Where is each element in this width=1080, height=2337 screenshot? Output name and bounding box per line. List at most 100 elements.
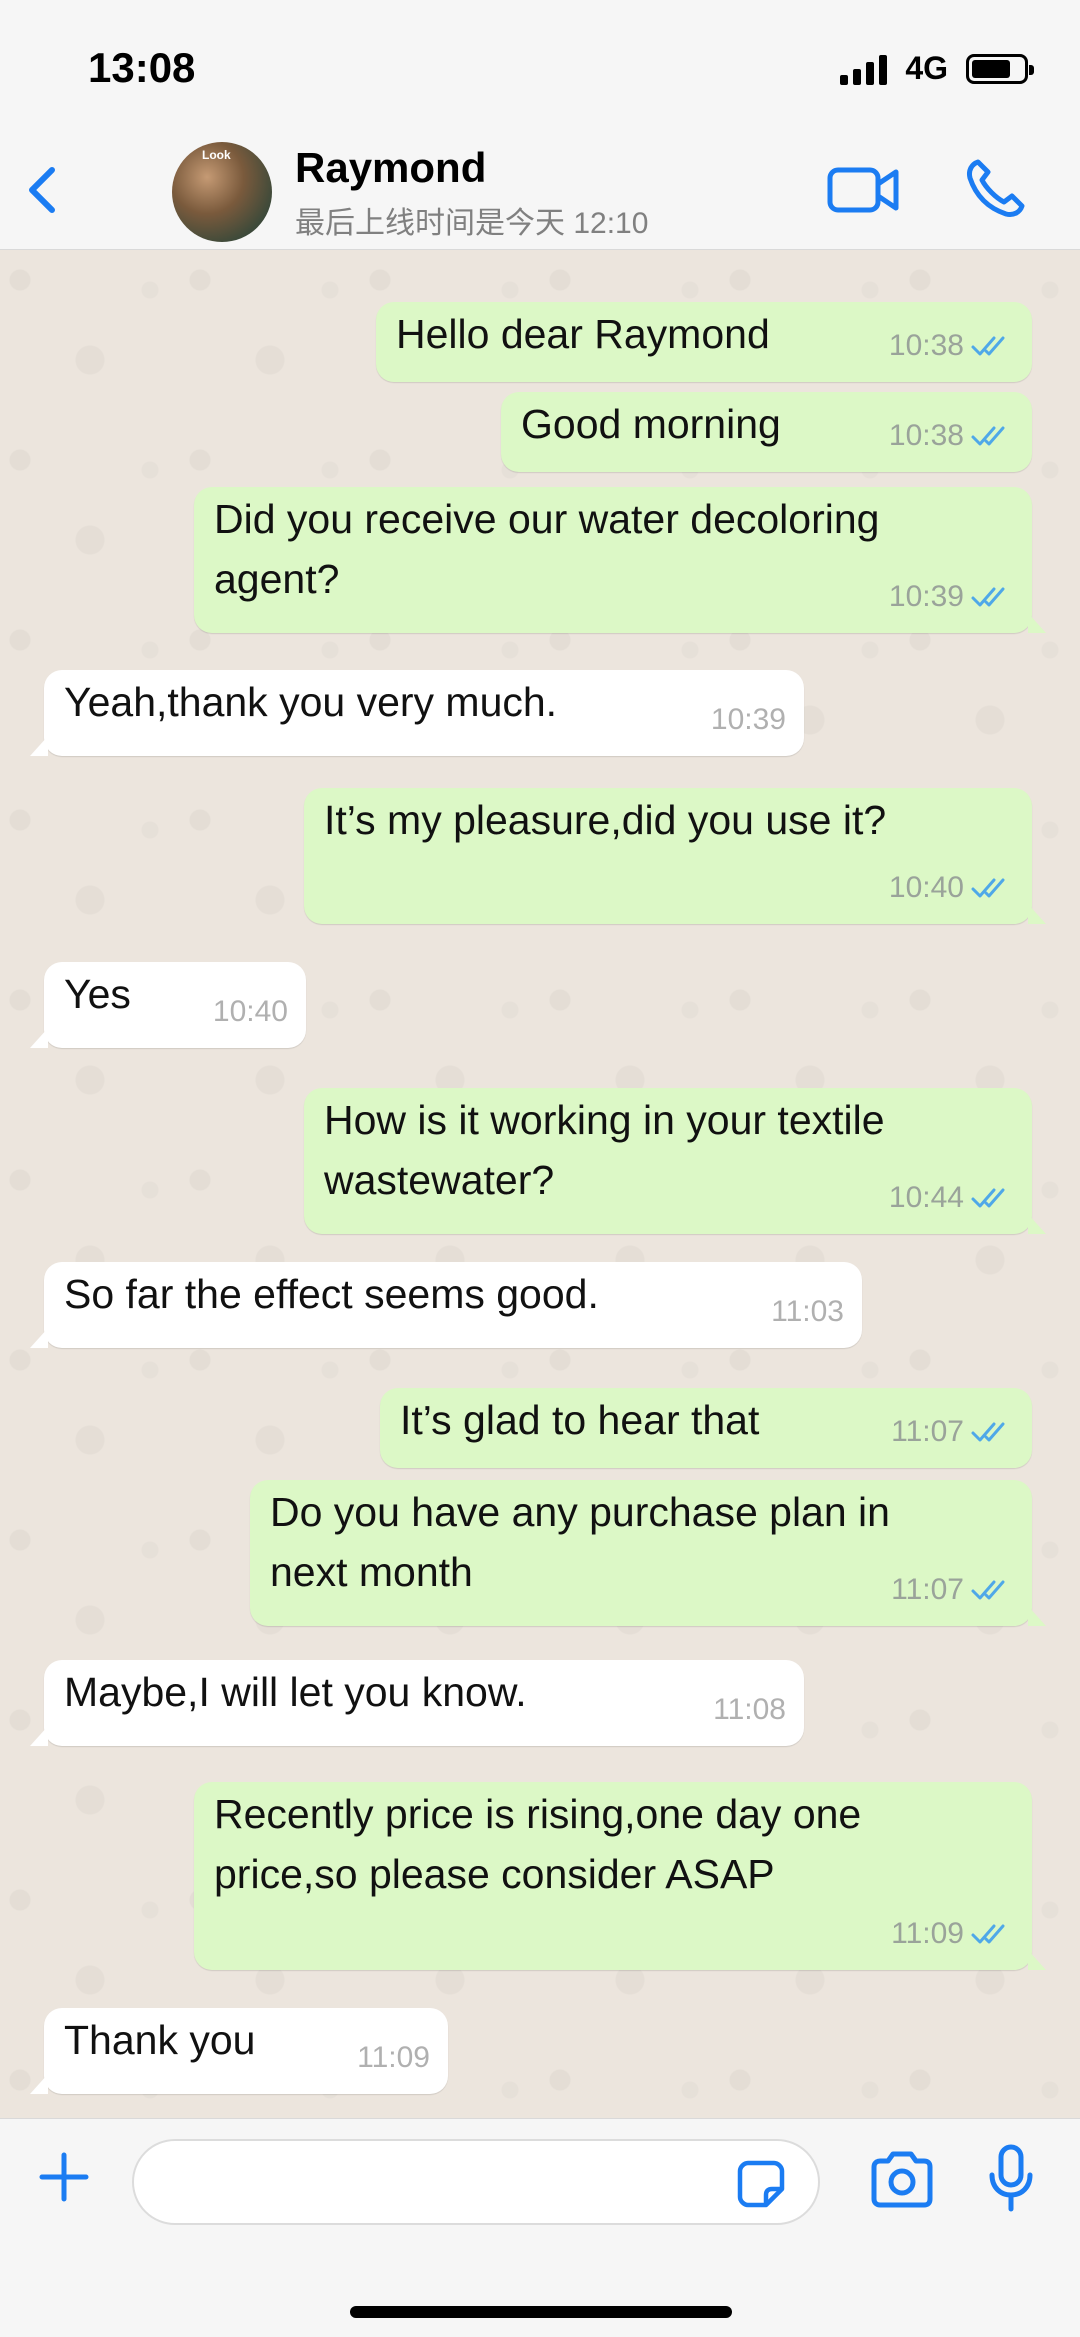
message-meta: 11:09 bbox=[357, 2028, 430, 2088]
message-meta: 10:44 bbox=[889, 1168, 1014, 1228]
contact-avatar[interactable]: Look bbox=[172, 142, 272, 242]
outgoing-message[interactable]: Hello dear Raymond 10:38 bbox=[376, 302, 1032, 382]
avatar-tag: Look bbox=[202, 148, 231, 162]
chat-messages[interactable]: Hello dear Raymond 10:38 Good morning 10:38… bbox=[0, 250, 1080, 2118]
message-meta: 10:39 bbox=[711, 690, 786, 750]
message-meta: 10:40 bbox=[889, 858, 1014, 918]
message-text: Maybe,I will let you know. bbox=[64, 1669, 527, 1715]
message-time: 11:08 bbox=[713, 1693, 786, 1726]
message-time: 10:40 bbox=[888, 871, 964, 904]
chat-header: Look Raymond 最后上线时间是今天 12:10 bbox=[0, 130, 1080, 250]
double-check-icon bbox=[971, 587, 1005, 607]
message-time: 11:07 bbox=[891, 1415, 964, 1448]
message-line: Did you receive our water decoloring bbox=[214, 496, 880, 542]
message-meta: 10:40 bbox=[213, 982, 288, 1042]
message-meta: 10:38 bbox=[889, 406, 1014, 466]
cellular-signal-icon bbox=[840, 53, 888, 85]
message-time: 10:39 bbox=[888, 580, 964, 613]
double-check-icon bbox=[971, 1580, 1005, 1600]
message-line: Recently price is rising,one day one bbox=[214, 1791, 862, 1837]
message-text: It’s my pleasure,did you use it? bbox=[324, 797, 887, 843]
double-check-icon bbox=[971, 1188, 1005, 1208]
video-camera-icon bbox=[827, 167, 899, 213]
message-meta: 11:07 bbox=[891, 1402, 1014, 1462]
chevron-left-icon bbox=[29, 167, 55, 213]
outgoing-message[interactable]: Recently price is rising,one day one pric… bbox=[194, 1782, 1046, 1970]
bubble-tail bbox=[30, 1726, 48, 1746]
message-text: How is it working in your textile wastewa… bbox=[324, 1090, 885, 1210]
message-text: Yes bbox=[64, 971, 131, 1017]
message-meta: 11:07 bbox=[891, 1560, 1014, 1620]
microphone-button[interactable] bbox=[986, 2143, 1036, 2215]
bubble-tail bbox=[30, 2074, 48, 2094]
incoming-message[interactable]: Yes 10:40 bbox=[30, 962, 306, 1048]
plus-icon bbox=[39, 2152, 89, 2202]
contact-name[interactable]: Raymond bbox=[295, 144, 486, 192]
message-line: How is it working in your textile bbox=[324, 1097, 885, 1143]
message-time: 11:03 bbox=[771, 1295, 844, 1328]
double-check-icon bbox=[971, 426, 1005, 446]
message-text: It’s glad to hear that bbox=[400, 1397, 760, 1443]
camera-button[interactable] bbox=[868, 2149, 936, 2211]
outgoing-message[interactable]: Good morning 10:38 bbox=[501, 392, 1032, 472]
camera-icon bbox=[871, 2151, 933, 2208]
attach-button[interactable] bbox=[34, 2147, 94, 2207]
message-time: 10:40 bbox=[212, 995, 288, 1028]
bubble-tail bbox=[1028, 1950, 1046, 1970]
status-bar: 13:08 4G bbox=[0, 0, 1080, 130]
message-time: 10:44 bbox=[888, 1181, 964, 1214]
message-line: agent? bbox=[214, 556, 340, 602]
outgoing-message[interactable]: It’s my pleasure,did you use it? 10:40 bbox=[304, 788, 1046, 924]
double-check-icon bbox=[971, 878, 1005, 898]
microphone-icon bbox=[989, 2144, 1033, 2212]
double-check-icon bbox=[971, 1924, 1005, 1944]
incoming-message[interactable]: Yeah,thank you very much. 10:39 bbox=[30, 670, 804, 756]
bubble-tail bbox=[1028, 904, 1046, 924]
message-text: So far the effect seems good. bbox=[64, 1271, 599, 1317]
sticker-button[interactable] bbox=[736, 2159, 786, 2209]
home-indicator bbox=[350, 2306, 732, 2318]
message-text: Do you have any purchase plan in next mon… bbox=[270, 1482, 890, 1602]
message-time: 10:38 bbox=[888, 419, 964, 452]
message-meta: 11:09 bbox=[891, 1904, 1014, 1964]
back-button[interactable] bbox=[18, 158, 68, 222]
last-seen-status: 最后上线时间是今天 12:10 bbox=[295, 207, 649, 240]
status-indicators: 4G bbox=[840, 50, 1034, 87]
message-time: 11:09 bbox=[891, 1917, 964, 1950]
message-time: 10:39 bbox=[710, 703, 786, 736]
sticker-icon bbox=[737, 2160, 785, 2208]
bubble-tail bbox=[30, 1028, 48, 1048]
message-line: wastewater? bbox=[324, 1157, 555, 1203]
double-check-icon bbox=[971, 336, 1005, 356]
bubble-tail bbox=[30, 1328, 48, 1348]
message-line: next month bbox=[270, 1549, 473, 1595]
outgoing-message[interactable]: Did you receive our water decoloring agen… bbox=[194, 487, 1046, 633]
message-text: Thank you bbox=[64, 2017, 256, 2063]
message-time: 11:07 bbox=[891, 1573, 964, 1606]
message-text: Did you receive our water decoloring agen… bbox=[214, 489, 879, 609]
status-time: 13:08 bbox=[88, 44, 196, 91]
message-time: 11:09 bbox=[357, 2041, 430, 2074]
double-check-icon bbox=[971, 1422, 1005, 1442]
video-call-button[interactable] bbox=[826, 160, 902, 220]
message-text: Good morning bbox=[521, 401, 781, 447]
message-input[interactable] bbox=[132, 2139, 820, 2225]
outgoing-message[interactable]: How is it working in your textile wastewa… bbox=[304, 1088, 1046, 1234]
outgoing-message[interactable]: It’s glad to hear that 11:07 bbox=[380, 1388, 1032, 1468]
message-line: Do you have any purchase plan in bbox=[270, 1489, 890, 1535]
incoming-message[interactable]: Maybe,I will let you know. 11:08 bbox=[30, 1660, 804, 1746]
message-text: Yeah,thank you very much. bbox=[64, 679, 558, 725]
battery-icon bbox=[966, 53, 1034, 84]
network-type: 4G bbox=[905, 50, 948, 86]
message-meta: 10:39 bbox=[889, 567, 1014, 627]
bubble-tail bbox=[1028, 613, 1046, 633]
voice-call-button[interactable] bbox=[964, 156, 1028, 220]
incoming-message[interactable]: So far the effect seems good. 11:03 bbox=[30, 1262, 862, 1348]
input-bar bbox=[0, 2118, 1080, 2337]
message-meta: 11:08 bbox=[713, 1680, 786, 1740]
incoming-message[interactable]: Thank you 11:09 bbox=[30, 2008, 448, 2094]
outgoing-message[interactable]: Do you have any purchase plan in next mon… bbox=[250, 1480, 1046, 1626]
message-line: price,so please consider ASAP bbox=[214, 1851, 775, 1897]
message-meta: 10:38 bbox=[889, 316, 1014, 376]
message-meta: 11:03 bbox=[771, 1282, 844, 1342]
